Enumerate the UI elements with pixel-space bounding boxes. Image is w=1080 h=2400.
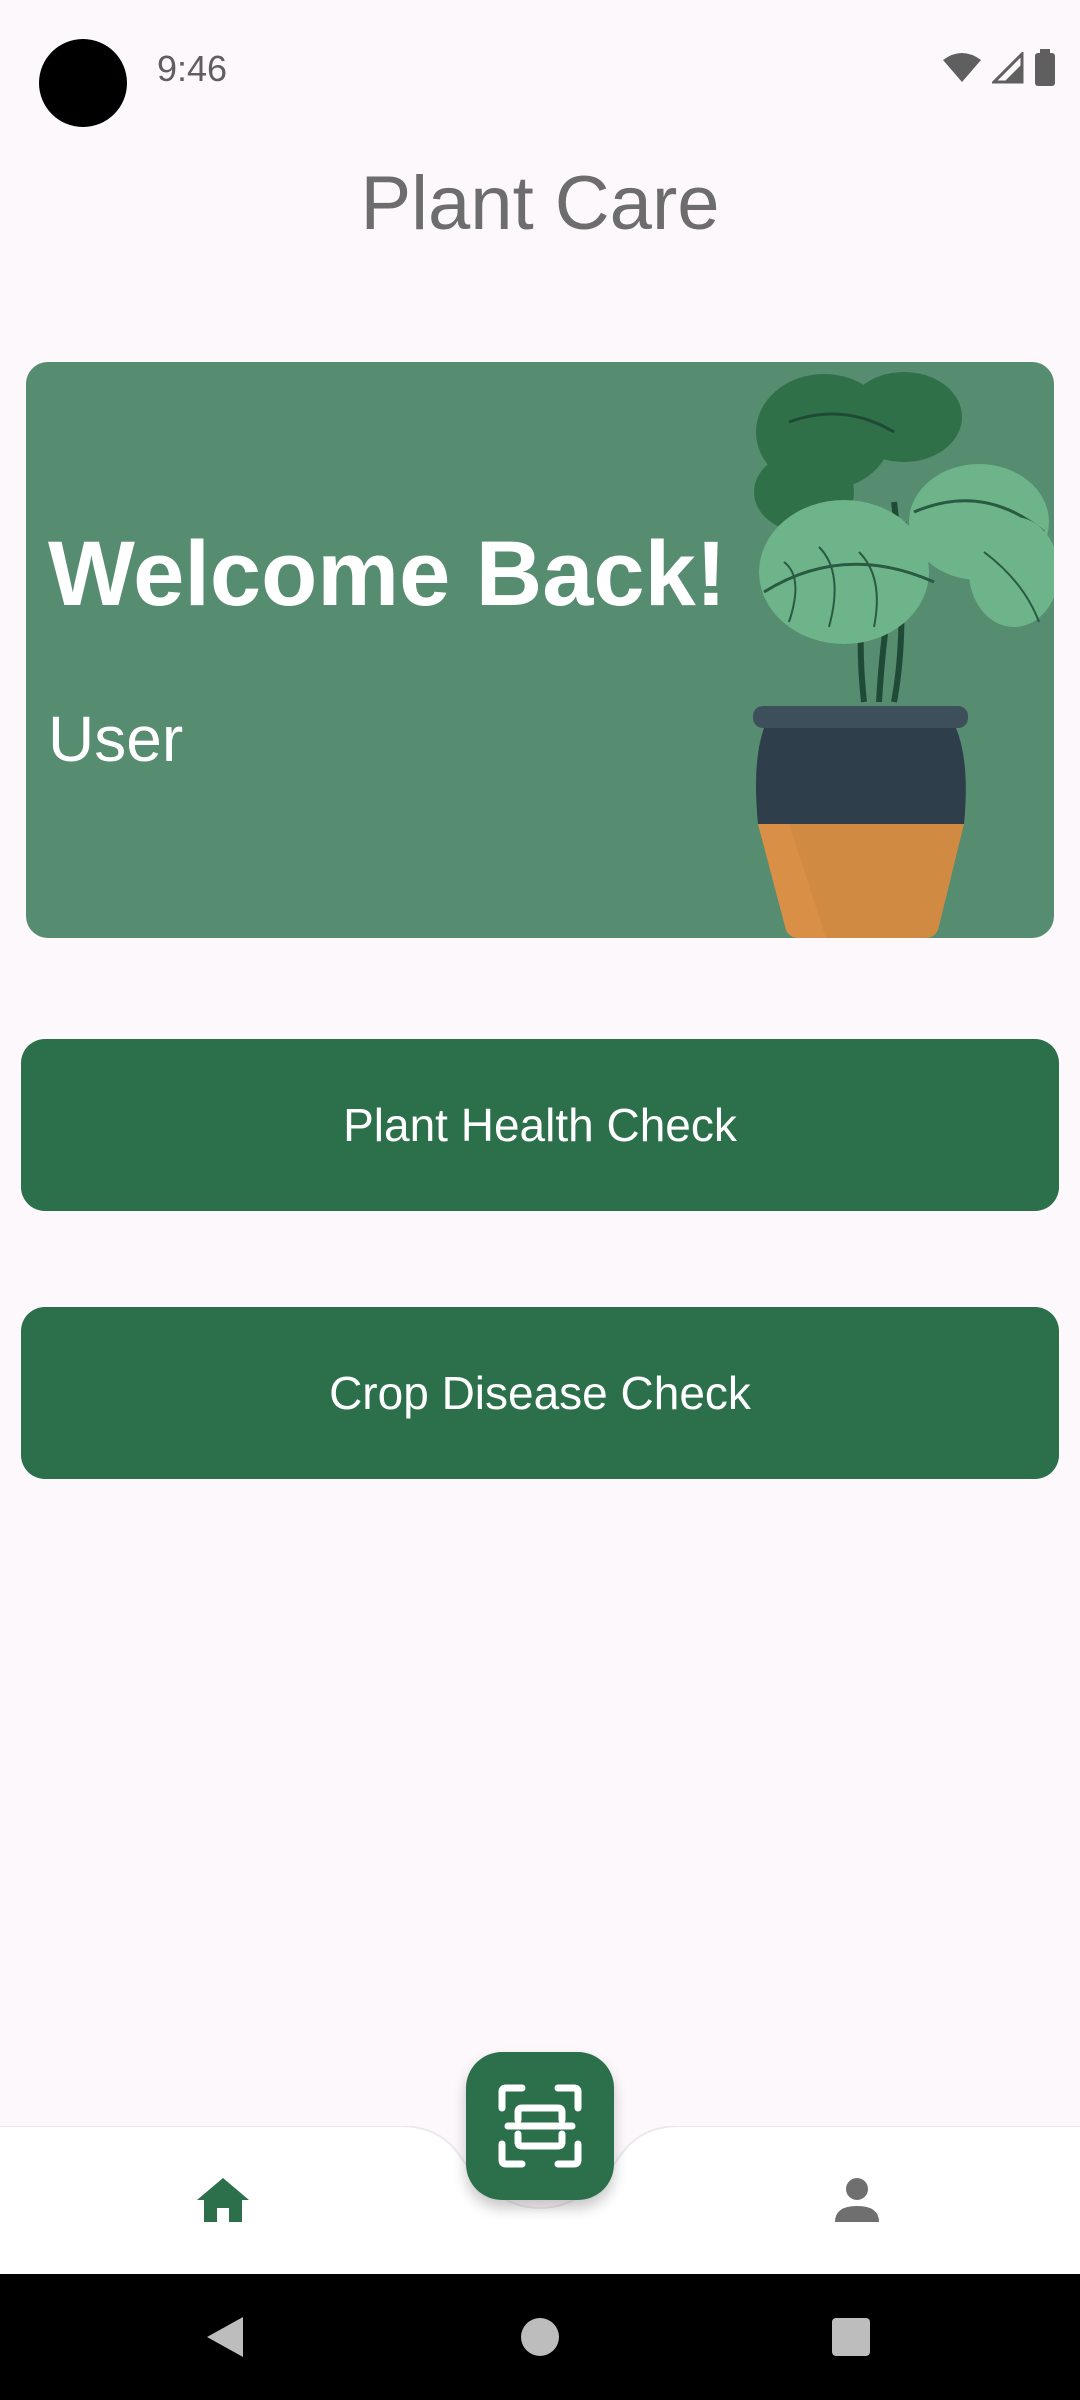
system-back-button[interactable] (200, 2312, 250, 2362)
battery-icon (1035, 49, 1055, 86)
back-triangle-icon (207, 2317, 243, 2357)
status-bar: 9:46 (0, 0, 1080, 140)
system-home-button[interactable] (515, 2312, 565, 2362)
crop-disease-check-label: Crop Disease Check (329, 1367, 751, 1419)
welcome-card: Welcome Back! User (26, 362, 1054, 938)
cell-signal-icon (992, 52, 1024, 84)
page-title: Plant Care (360, 161, 720, 246)
wifi-icon (943, 53, 981, 82)
status-icons (942, 48, 1056, 88)
welcome-heading: Welcome Back! (48, 523, 727, 625)
plant-health-check-button[interactable]: Plant Health Check (21, 1039, 1059, 1211)
crop-disease-check-button[interactable]: Crop Disease Check (21, 1307, 1059, 1479)
home-circle-icon (521, 2318, 559, 2356)
camera-cutout (39, 39, 127, 127)
status-time: 9:46 (157, 48, 228, 89)
nav-home-button[interactable] (188, 2170, 258, 2230)
potted-plant-illustration (753, 372, 1054, 938)
welcome-username: User (48, 703, 184, 775)
home-icon (197, 2178, 249, 2222)
person-icon (835, 2178, 879, 2222)
nav-profile-button[interactable] (822, 2170, 892, 2230)
system-recents-button[interactable] (826, 2312, 876, 2362)
scan-button[interactable] (466, 2052, 614, 2200)
system-navigation-bar (0, 2274, 1080, 2400)
scan-icon (498, 2084, 582, 2168)
plant-health-check-label: Plant Health Check (343, 1099, 737, 1151)
recents-square-icon (832, 2318, 870, 2356)
